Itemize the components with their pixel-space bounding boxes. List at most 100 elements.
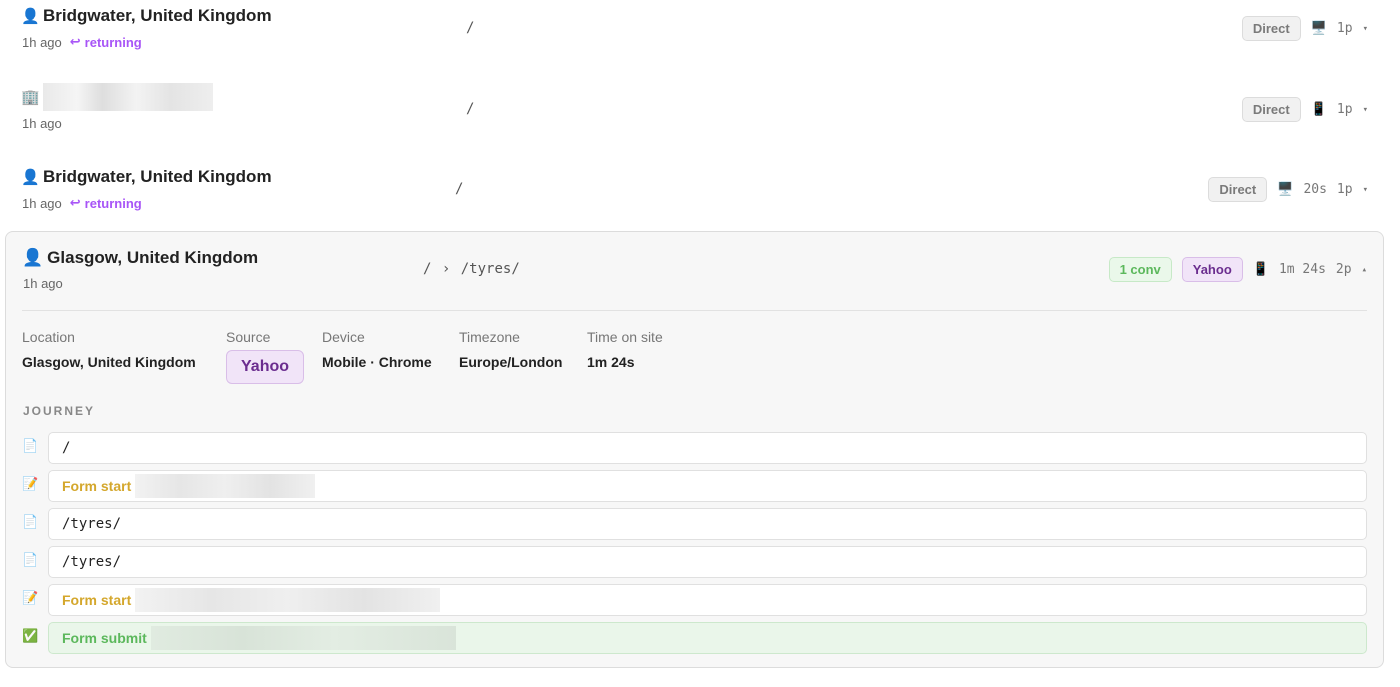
expanded-session: 👤 Glasgow, United Kingdom 1h ago / › /ty…: [5, 231, 1384, 668]
returning-badge: ↩ returning: [70, 34, 142, 50]
journey-path: /: [62, 440, 71, 456]
detail-label: Time on site: [587, 329, 663, 345]
returning-badge: ↩ returning: [70, 195, 142, 211]
session-row[interactable]: 👤 Bridgwater, United Kingdom 1h ago ↩ re…: [0, 160, 1400, 240]
session-meta: 1h ago ↩ returning: [22, 195, 142, 211]
journey-step-box: Form start: [48, 470, 1367, 502]
page-icon: 📄: [22, 514, 39, 529]
journey-path: /tyres/: [62, 516, 122, 532]
return-arrow-icon: ↩: [69, 34, 81, 49]
detail-value: Mobile · Chrome: [322, 354, 432, 370]
detail-time-on-site: Time on site 1m 24s: [587, 329, 663, 370]
redacted-form-data: [135, 474, 316, 498]
session-time: 1h ago: [22, 116, 62, 131]
session-title[interactable]: 👤 Glasgow, United Kingdom: [22, 248, 258, 268]
conversion-badge: 1 conv: [1108, 257, 1172, 282]
expand-caret-icon[interactable]: ▾: [1363, 185, 1368, 195]
page-icon: 📄: [22, 552, 39, 567]
source-badge: Yahoo: [1181, 257, 1243, 282]
journey-heading: JOURNEY: [23, 404, 96, 418]
returning-label: returning: [84, 34, 142, 50]
session-location: Bridgwater, United Kingdom: [43, 6, 272, 25]
session-path: / › /tyres/: [423, 261, 520, 277]
session-stats: Direct 🖥️ 1p ▾: [1241, 16, 1368, 41]
building-icon: 🏢: [21, 89, 40, 106]
journey-step-box: Form submit: [48, 622, 1367, 654]
form-icon: 📝: [22, 590, 39, 605]
path-separator-icon: ›: [441, 261, 451, 277]
returning-label: returning: [84, 195, 142, 211]
session-duration: 1m 24s: [1278, 262, 1326, 277]
session-meta: 1h ago: [22, 116, 62, 131]
session-stats: Direct 📱 1p ▾: [1241, 97, 1368, 122]
desktop-icon: 🖥️: [1277, 182, 1294, 197]
session-location: Bridgwater, United Kingdom: [43, 167, 272, 186]
redacted-location: [43, 83, 213, 111]
session-title: 👤 Bridgwater, United Kingdom: [21, 167, 272, 187]
checkmark-icon: ✅: [22, 628, 39, 643]
source-badge: Direct: [1208, 177, 1268, 202]
detail-value: Europe/London: [459, 354, 563, 370]
session-meta: 1h ago ↩ returning: [22, 34, 142, 50]
detail-device: Device Mobile · Chrome: [322, 329, 432, 370]
session-duration: 20s: [1303, 182, 1327, 197]
journey-step-box: /tyres/: [48, 546, 1367, 578]
page-count: 1p: [1336, 21, 1353, 36]
detail-label: Source: [226, 329, 271, 345]
person-icon: 👤: [21, 8, 40, 25]
session-time: 1h ago: [22, 195, 62, 211]
divider: [22, 310, 1367, 311]
person-icon: 👤: [21, 169, 40, 186]
journey-step-box: Form start: [48, 584, 1367, 616]
journey-form-start: Form start: [62, 478, 132, 494]
journey-step: ✅ Form submit: [22, 622, 1367, 654]
detail-label: Timezone: [459, 329, 520, 345]
form-icon: 📝: [22, 476, 39, 491]
redacted-form-data: [150, 626, 456, 650]
person-icon: 👤: [22, 248, 44, 267]
session-stats: 1 conv Yahoo 📱 1m 24s 2p ▴: [1108, 257, 1367, 282]
journey-form-submit: Form submit: [62, 630, 147, 646]
mobile-icon: 📱: [1252, 262, 1269, 277]
journey-step: 📝 Form start: [22, 584, 1367, 616]
source-badge: Direct: [1241, 16, 1301, 41]
mobile-icon: 📱: [1310, 102, 1327, 117]
session-path: /: [466, 101, 475, 117]
detail-location: Location Glasgow, United Kingdom: [22, 329, 196, 370]
expand-caret-icon[interactable]: ▾: [1363, 105, 1368, 115]
session-row[interactable]: 🏢 1h ago / Direct 📱 1p ▾: [0, 80, 1400, 160]
session-row[interactable]: 👤 Bridgwater, United Kingdom 1h ago ↩ re…: [0, 0, 1400, 80]
session-time: 1h ago: [23, 276, 63, 291]
desktop-icon: 🖥️: [1310, 21, 1327, 36]
page-count: 2p: [1335, 262, 1352, 277]
journey-form-start: Form start: [62, 592, 132, 608]
session-path: /: [455, 181, 464, 197]
journey-path: /tyres/: [62, 554, 122, 570]
detail-value: 1m 24s: [587, 354, 635, 370]
page-count: 1p: [1336, 102, 1353, 117]
journey-step: 📄 /tyres/: [22, 546, 1367, 578]
path-root: /: [423, 261, 432, 277]
detail-source: Source Yahoo: [226, 329, 305, 384]
journey-step: 📄 /: [22, 432, 1367, 464]
journey-step: 📝 Form start: [22, 470, 1367, 502]
path-page: /tyres/: [460, 261, 520, 277]
collapse-caret-icon[interactable]: ▴: [1362, 265, 1367, 275]
page-icon: 📄: [22, 438, 39, 453]
redacted-form-data: [135, 588, 441, 612]
journey-step-box: /tyres/: [48, 508, 1367, 540]
detail-label: Location: [22, 329, 75, 345]
expand-caret-icon[interactable]: ▾: [1363, 24, 1368, 34]
source-badge: Direct: [1241, 97, 1301, 122]
session-title: 🏢: [21, 83, 213, 111]
session-path: /: [466, 20, 475, 36]
journey-step-box: /: [48, 432, 1367, 464]
page-count: 1p: [1336, 182, 1353, 197]
journey-step: 📄 /tyres/: [22, 508, 1367, 540]
detail-value: Glasgow, United Kingdom: [22, 354, 196, 370]
source-pill: Yahoo: [226, 350, 305, 384]
session-title: 👤 Bridgwater, United Kingdom: [21, 6, 272, 26]
return-arrow-icon: ↩: [69, 195, 81, 210]
detail-timezone: Timezone Europe/London: [459, 329, 562, 370]
detail-label: Device: [322, 329, 365, 345]
